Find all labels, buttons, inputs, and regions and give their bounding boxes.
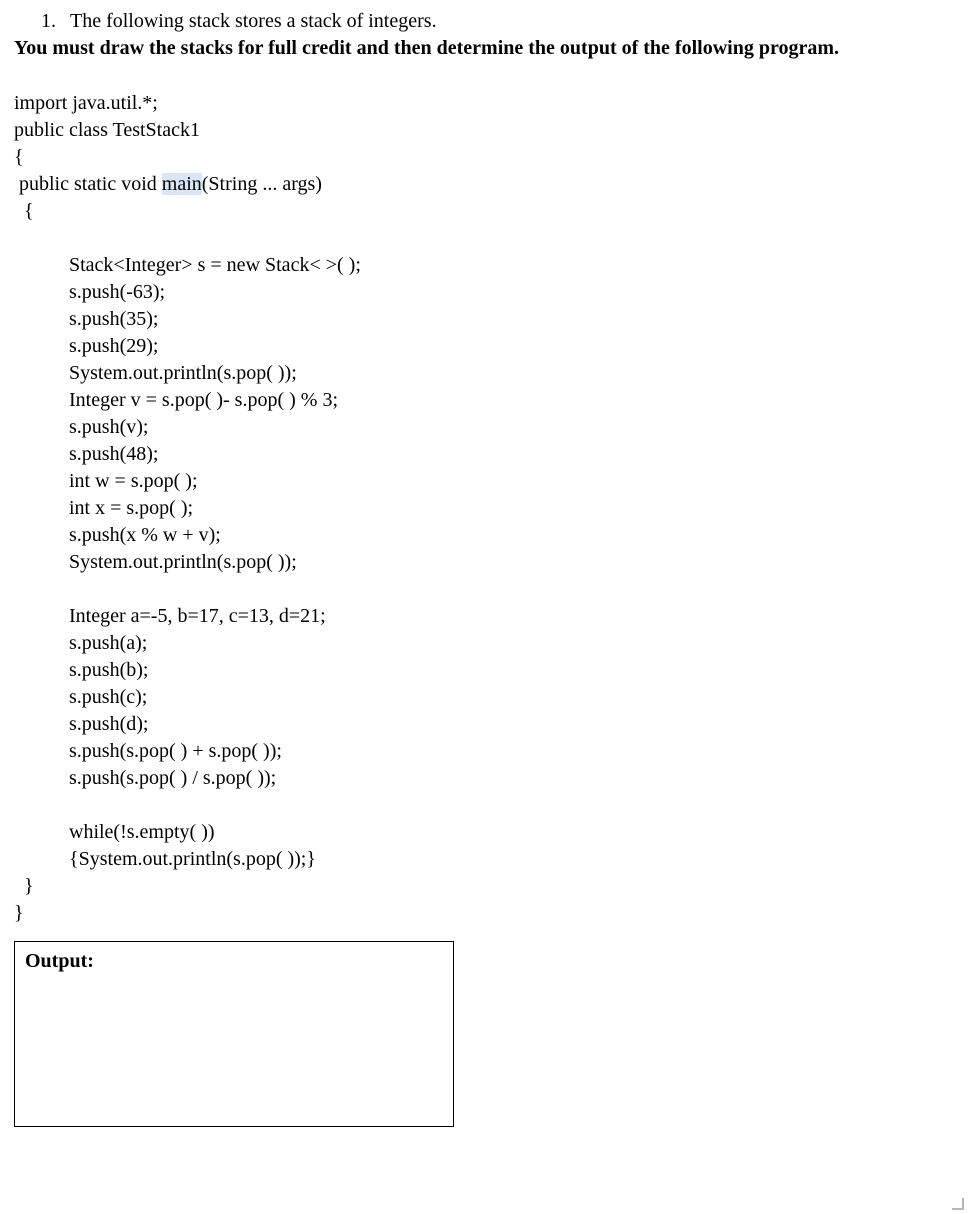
output-label: Output: [25, 950, 94, 972]
code-line: public class TestStack1 [14, 119, 200, 141]
code-line: { [14, 146, 24, 168]
code-line: s.push(48); [14, 443, 158, 465]
code-line: int x = s.pop( ); [14, 497, 193, 519]
code-line: Integer a=-5, b=17, c=13, d=21; [14, 605, 326, 627]
resize-corner-icon [952, 1198, 964, 1210]
code-line: Integer v = s.pop( )- s.pop( ) % 3; [14, 389, 338, 411]
code-line: (String ... args) [202, 173, 322, 195]
question-instruction: You must draw the stacks for full credit… [14, 35, 954, 62]
code-line: s.push(x % w + v); [14, 524, 221, 546]
code-highlight-main: main [162, 173, 202, 195]
output-box: Output: [14, 941, 454, 1127]
code-line: Stack<Integer> s = new Stack< >( ); [14, 254, 361, 276]
code-line: s.push(s.pop( ) / s.pop( )); [14, 767, 276, 789]
code-line: s.push(v); [14, 416, 148, 438]
code-line: s.push(29); [14, 335, 158, 357]
code-line: } [14, 875, 34, 897]
code-block: import java.util.*; public class TestSta… [14, 90, 954, 927]
question-intro: The following stack stores a stack of in… [70, 8, 954, 35]
code-line: {System.out.println(s.pop( ));} [14, 848, 316, 870]
question-heading: 1. The following stack stores a stack of… [14, 8, 954, 35]
code-line: s.push(35); [14, 308, 158, 330]
code-line: System.out.println(s.pop( )); [14, 362, 297, 384]
question-number: 1. [14, 8, 70, 35]
code-line: } [14, 902, 24, 924]
code-line: { [14, 200, 34, 222]
code-line: System.out.println(s.pop( )); [14, 551, 297, 573]
code-line: s.push(-63); [14, 281, 165, 303]
page: 1. The following stack stores a stack of… [0, 0, 968, 1214]
code-line: s.push(b); [14, 659, 148, 681]
code-line: while(!s.empty( )) [14, 821, 215, 843]
code-line: s.push(d); [14, 713, 148, 735]
code-line: s.push(c); [14, 686, 147, 708]
code-line: public static void [14, 173, 162, 195]
code-line: s.push(s.pop( ) + s.pop( )); [14, 740, 282, 762]
code-line: s.push(a); [14, 632, 147, 654]
code-line: import java.util.*; [14, 92, 158, 114]
code-line: int w = s.pop( ); [14, 470, 198, 492]
